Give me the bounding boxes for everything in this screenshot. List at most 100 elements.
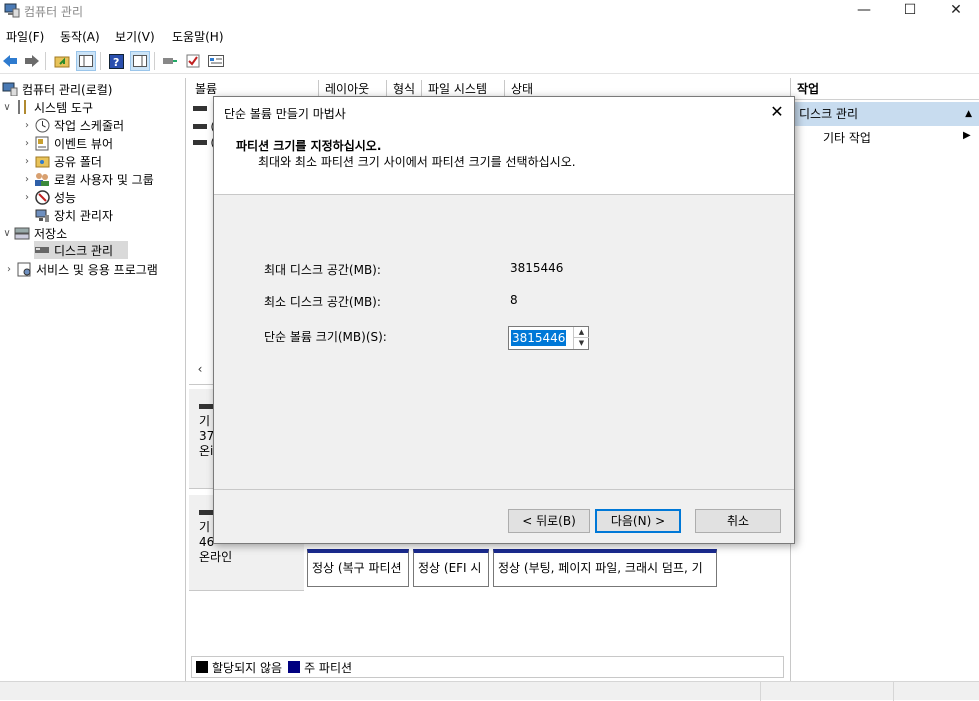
dialog-header: 파티션 크기를 지정하십시오. 최대와 최소 파티션 크기 사이에서 파티션 크… xyxy=(214,127,794,195)
volume-size-input[interactable]: 3815446 xyxy=(511,330,567,346)
show-hide-tree-icon[interactable] xyxy=(76,51,96,71)
dialog-title: 단순 볼륨 만들기 마법사 xyxy=(224,107,346,121)
tree-item-computer-management[interactable]: 컴퓨터 관리(로컬) xyxy=(2,80,112,98)
volume-icon xyxy=(193,140,207,145)
collapse-up-icon[interactable]: ▲ xyxy=(965,102,972,126)
submenu-arrow-icon[interactable]: ▶ xyxy=(963,130,971,141)
chevron-right-icon[interactable]: › xyxy=(2,264,16,275)
table-row[interactable]: ( xyxy=(193,120,215,133)
tree-label: 저장소 xyxy=(34,226,68,241)
dialog-title-bar: 단순 볼륨 만들기 마법사 ✕ xyxy=(214,97,794,127)
cancel-button[interactable]: 취소 xyxy=(695,509,781,533)
tree-label: 컴퓨터 관리(로컬) xyxy=(22,82,113,97)
tree-item-task-scheduler[interactable]: › 작업 스케줄러 xyxy=(20,116,124,134)
scroll-left-arrow-icon[interactable]: ‹ xyxy=(189,361,211,377)
tree-item-storage[interactable]: ∨ 저장소 xyxy=(0,224,67,242)
legend: 할당되지 않음 주 파티션 xyxy=(191,656,784,678)
chevron-right-icon[interactable]: › xyxy=(20,156,34,167)
new-simple-volume-wizard: 단순 볼륨 만들기 마법사 ✕ 파티션 크기를 지정하십시오. 최대와 최소 파… xyxy=(213,96,795,544)
tree-label: 이벤트 뷰어 xyxy=(54,136,114,151)
tree-item-system-tools[interactable]: ∨ 시스템 도구 xyxy=(0,98,93,116)
menu-action[interactable]: 동작(A) xyxy=(60,28,100,45)
close-icon[interactable]: ✕ xyxy=(766,101,788,123)
menu-file[interactable]: 파일(F) xyxy=(6,28,44,45)
disk-status: 온라인 xyxy=(199,550,233,564)
volume-icon xyxy=(193,106,207,111)
disk-icon xyxy=(199,404,213,409)
next-button[interactable]: 다음(N) > xyxy=(595,509,681,533)
menu-view[interactable]: 보기(V) xyxy=(115,28,155,45)
action-more-label: 기타 작업 xyxy=(823,131,871,145)
menu-help[interactable]: 도움말(H) xyxy=(172,28,224,45)
clock-icon xyxy=(34,117,50,133)
volume-size-stepper[interactable]: 3815446 ▲ ▼ xyxy=(508,326,589,350)
status-cell xyxy=(893,682,894,701)
tree-item-event-viewer[interactable]: › 이벤트 뷰어 xyxy=(20,134,113,152)
disk-icon xyxy=(199,510,213,515)
event-log-icon xyxy=(34,135,50,151)
tree-item-performance[interactable]: › 성능 xyxy=(20,188,76,206)
tree-label: 작업 스케줄러 xyxy=(54,118,125,133)
max-space-label: 최대 디스크 공간(MB): xyxy=(264,263,381,277)
storage-icon xyxy=(14,225,30,241)
back-button[interactable]: < 뒤로(B) xyxy=(508,509,590,533)
partition-recovery[interactable]: 정상 (복구 파티션 xyxy=(307,549,409,587)
performance-icon xyxy=(34,189,50,205)
chevron-right-icon[interactable]: › xyxy=(20,174,34,185)
maximize-button[interactable]: ☐ xyxy=(887,0,933,22)
actions-header: 작업 xyxy=(791,78,979,100)
min-space-value: 8 xyxy=(510,293,518,307)
action-more-actions[interactable]: 기타 작업 xyxy=(823,128,871,148)
navigation-tree: 컴퓨터 관리(로컬) ∨ 시스템 도구 › 작업 스케줄러 › 이벤트 뷰어 ›… xyxy=(0,78,186,681)
actions-section-disk-management[interactable]: 디스크 관리 ▲ xyxy=(791,102,979,126)
computer-management-icon xyxy=(2,81,18,97)
min-space-label: 최소 디스크 공간(MB): xyxy=(264,295,381,309)
chevron-down-icon[interactable]: ∨ xyxy=(0,102,14,113)
chevron-right-icon[interactable]: › xyxy=(20,120,34,131)
tree-label: 서비스 및 응용 프로그램 xyxy=(36,262,158,277)
stepper-up-icon[interactable]: ▲ xyxy=(574,327,589,338)
connect-disk-icon[interactable] xyxy=(160,51,180,71)
stepper-down-icon[interactable]: ▼ xyxy=(574,338,589,349)
chevron-right-icon[interactable]: › xyxy=(20,192,34,203)
computer-management-icon xyxy=(4,3,20,18)
toolbar: ? xyxy=(0,48,979,74)
table-row[interactable] xyxy=(193,102,207,115)
forward-arrow-icon[interactable] xyxy=(22,51,42,71)
users-icon xyxy=(34,171,50,187)
status-cell xyxy=(760,682,761,701)
legend-primary-swatch xyxy=(288,661,301,673)
actions-pane: 작업 디스크 관리 ▲ 기타 작업 ▶ xyxy=(790,78,979,681)
properties-icon[interactable] xyxy=(206,51,226,71)
tree-item-device-manager[interactable]: 장치 관리자 xyxy=(34,206,113,224)
shared-folder-icon xyxy=(34,153,50,169)
close-window-button[interactable]: ✕ xyxy=(933,0,979,22)
partition-efi[interactable]: 정상 (EFI 시 xyxy=(413,549,489,587)
svg-text:?: ? xyxy=(113,56,119,69)
legend-primary-label: 주 파티션 xyxy=(304,660,353,675)
tree-item-local-users[interactable]: › 로컬 사용자 및 그룹 xyxy=(20,170,154,188)
show-hide-action-pane-icon[interactable] xyxy=(130,51,150,71)
minimize-button[interactable]: — xyxy=(841,0,887,22)
chevron-right-icon[interactable]: › xyxy=(20,138,34,149)
dialog-subheading: 최대와 최소 파티션 크기 사이에서 파티션 크기를 선택하십시오. xyxy=(258,155,576,169)
actions-section-label: 디스크 관리 xyxy=(799,107,859,121)
tree-label: 로컬 사용자 및 그룹 xyxy=(54,172,154,187)
back-arrow-icon[interactable] xyxy=(0,51,20,71)
checklist-icon[interactable] xyxy=(183,51,203,71)
tree-label: 디스크 관리 xyxy=(54,243,114,258)
help-icon[interactable]: ? xyxy=(106,51,126,71)
max-space-value: 3815446 xyxy=(510,261,564,275)
partition-system[interactable]: 정상 (부팅, 페이지 파일, 크래시 덤프, 기 xyxy=(493,549,717,587)
volume-icon xyxy=(193,124,207,129)
up-folder-icon[interactable] xyxy=(52,51,72,71)
device-manager-icon xyxy=(34,207,50,223)
tree-item-disk-management[interactable]: 디스크 관리 xyxy=(34,241,128,259)
volume-size-label: 단순 볼륨 크기(MB)(S): xyxy=(264,330,387,344)
tree-item-shared-folders[interactable]: › 공유 폴더 xyxy=(20,152,102,170)
tree-item-services[interactable]: › 서비스 및 응용 프로그램 xyxy=(2,260,158,278)
chevron-down-icon[interactable]: ∨ xyxy=(0,228,14,239)
legend-unallocated-swatch xyxy=(196,661,208,673)
dialog-divider xyxy=(214,489,794,490)
table-row[interactable]: ( xyxy=(193,136,215,149)
